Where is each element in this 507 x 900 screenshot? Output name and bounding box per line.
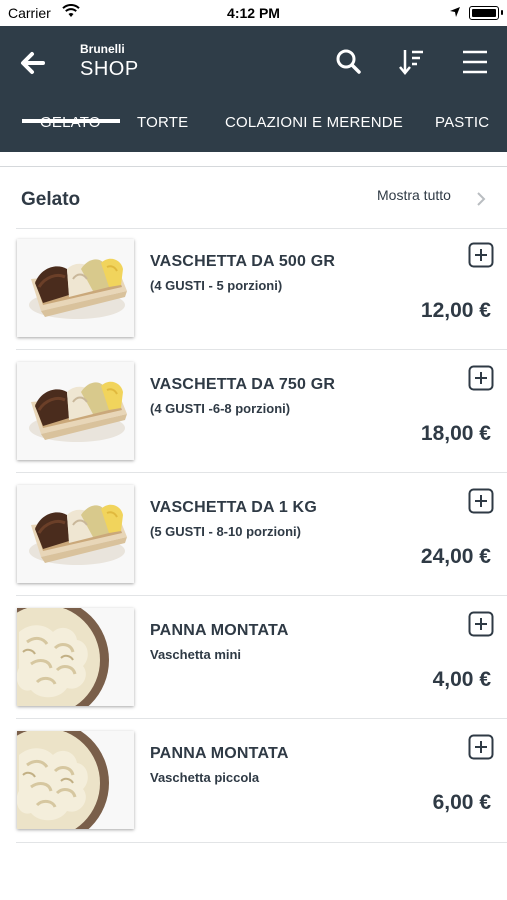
tab-pasticceria[interactable]: PASTIC xyxy=(435,114,489,131)
product-name: PANNA MONTATA xyxy=(150,622,289,639)
tab-colazioni-e-merende[interactable]: COLAZIONI E MERENDE xyxy=(225,114,403,131)
product-description: (4 GUSTI - 5 porzioni) xyxy=(150,278,283,293)
product-image-whipped-cream xyxy=(17,608,134,706)
product-name: VASCHETTA DA 1 KG xyxy=(150,499,317,516)
add-to-cart-button[interactable] xyxy=(468,365,494,391)
divider xyxy=(16,472,507,473)
plus-square-icon xyxy=(468,488,494,514)
product-image-gelato-tray xyxy=(17,362,134,460)
divider xyxy=(16,718,507,719)
add-to-cart-button[interactable] xyxy=(468,242,494,268)
battery-tip xyxy=(501,10,503,15)
status-bar: Carrier 4:12 PM xyxy=(0,0,507,26)
category-tabs: GELATO TORTE COLAZIONI E MERENDE PASTIC xyxy=(0,104,507,152)
product-price: 6,00 € xyxy=(432,791,491,814)
plus-square-icon xyxy=(468,242,494,268)
divider xyxy=(16,595,507,596)
product-image-gelato-tray xyxy=(17,239,134,337)
product-name: VASCHETTA DA 500 GR xyxy=(150,253,336,270)
header-title: Brunelli SHOP xyxy=(80,42,139,81)
product-row[interactable]: PANNA MONTATA Vaschetta mini 4,00 € xyxy=(0,598,507,720)
product-name: PANNA MONTATA xyxy=(150,745,289,762)
tab-torte[interactable]: TORTE xyxy=(137,114,188,131)
product-price: 24,00 € xyxy=(420,545,491,568)
product-row[interactable]: PANNA MONTATA Vaschetta piccola 6,00 € xyxy=(0,721,507,843)
divider xyxy=(16,349,507,350)
product-name: VASCHETTA DA 750 GR xyxy=(150,376,336,393)
menu-button[interactable] xyxy=(459,46,491,78)
product-description: (5 GUSTI - 8-10 porzioni) xyxy=(150,524,301,539)
product-description: (4 GUSTI -6-8 porzioni) xyxy=(150,401,291,416)
chevron-right-icon[interactable] xyxy=(476,191,486,207)
product-image-gelato-tray xyxy=(17,485,134,583)
search-icon xyxy=(336,49,361,74)
product-image-whipped-cream xyxy=(17,731,134,829)
add-to-cart-button[interactable] xyxy=(468,734,494,760)
plus-square-icon xyxy=(468,734,494,760)
location-arrow-icon xyxy=(449,5,461,21)
product-description: Vaschetta mini xyxy=(150,647,242,662)
product-row[interactable]: VASCHETTA DA 750 GR (4 GUSTI -6-8 porzio… xyxy=(0,352,507,474)
product-row[interactable]: VASCHETTA DA 1 KG (5 GUSTI - 8-10 porzio… xyxy=(0,475,507,597)
plus-square-icon xyxy=(468,611,494,637)
add-to-cart-button[interactable] xyxy=(468,488,494,514)
arrow-left-icon xyxy=(21,52,45,74)
section-header: Gelato Mostra tutto xyxy=(0,166,507,229)
search-button[interactable] xyxy=(333,46,365,78)
app-header: Brunelli SHOP GELATO TORTE COLAZIONI E M… xyxy=(0,26,507,152)
back-button[interactable] xyxy=(18,48,48,78)
hamburger-menu-icon xyxy=(463,50,487,74)
product-description: Vaschetta piccola xyxy=(150,770,260,785)
battery-icon xyxy=(469,6,499,20)
divider xyxy=(16,842,507,843)
clock: 4:12 PM xyxy=(227,5,280,21)
sort-icon xyxy=(399,50,423,75)
product-row[interactable]: VASCHETTA DA 500 GR (4 GUSTI - 5 porzion… xyxy=(0,229,507,351)
plus-square-icon xyxy=(468,365,494,391)
active-tab-indicator xyxy=(22,119,120,123)
product-price: 18,00 € xyxy=(420,422,491,445)
product-price: 12,00 € xyxy=(420,299,491,322)
add-to-cart-button[interactable] xyxy=(468,611,494,637)
show-all-link[interactable]: Mostra tutto xyxy=(377,187,451,203)
brand-name: Brunelli xyxy=(80,42,125,56)
sort-button[interactable] xyxy=(396,46,428,78)
page-title: SHOP xyxy=(80,58,139,80)
product-price: 4,00 € xyxy=(432,668,491,691)
section-title: Gelato xyxy=(21,189,81,210)
